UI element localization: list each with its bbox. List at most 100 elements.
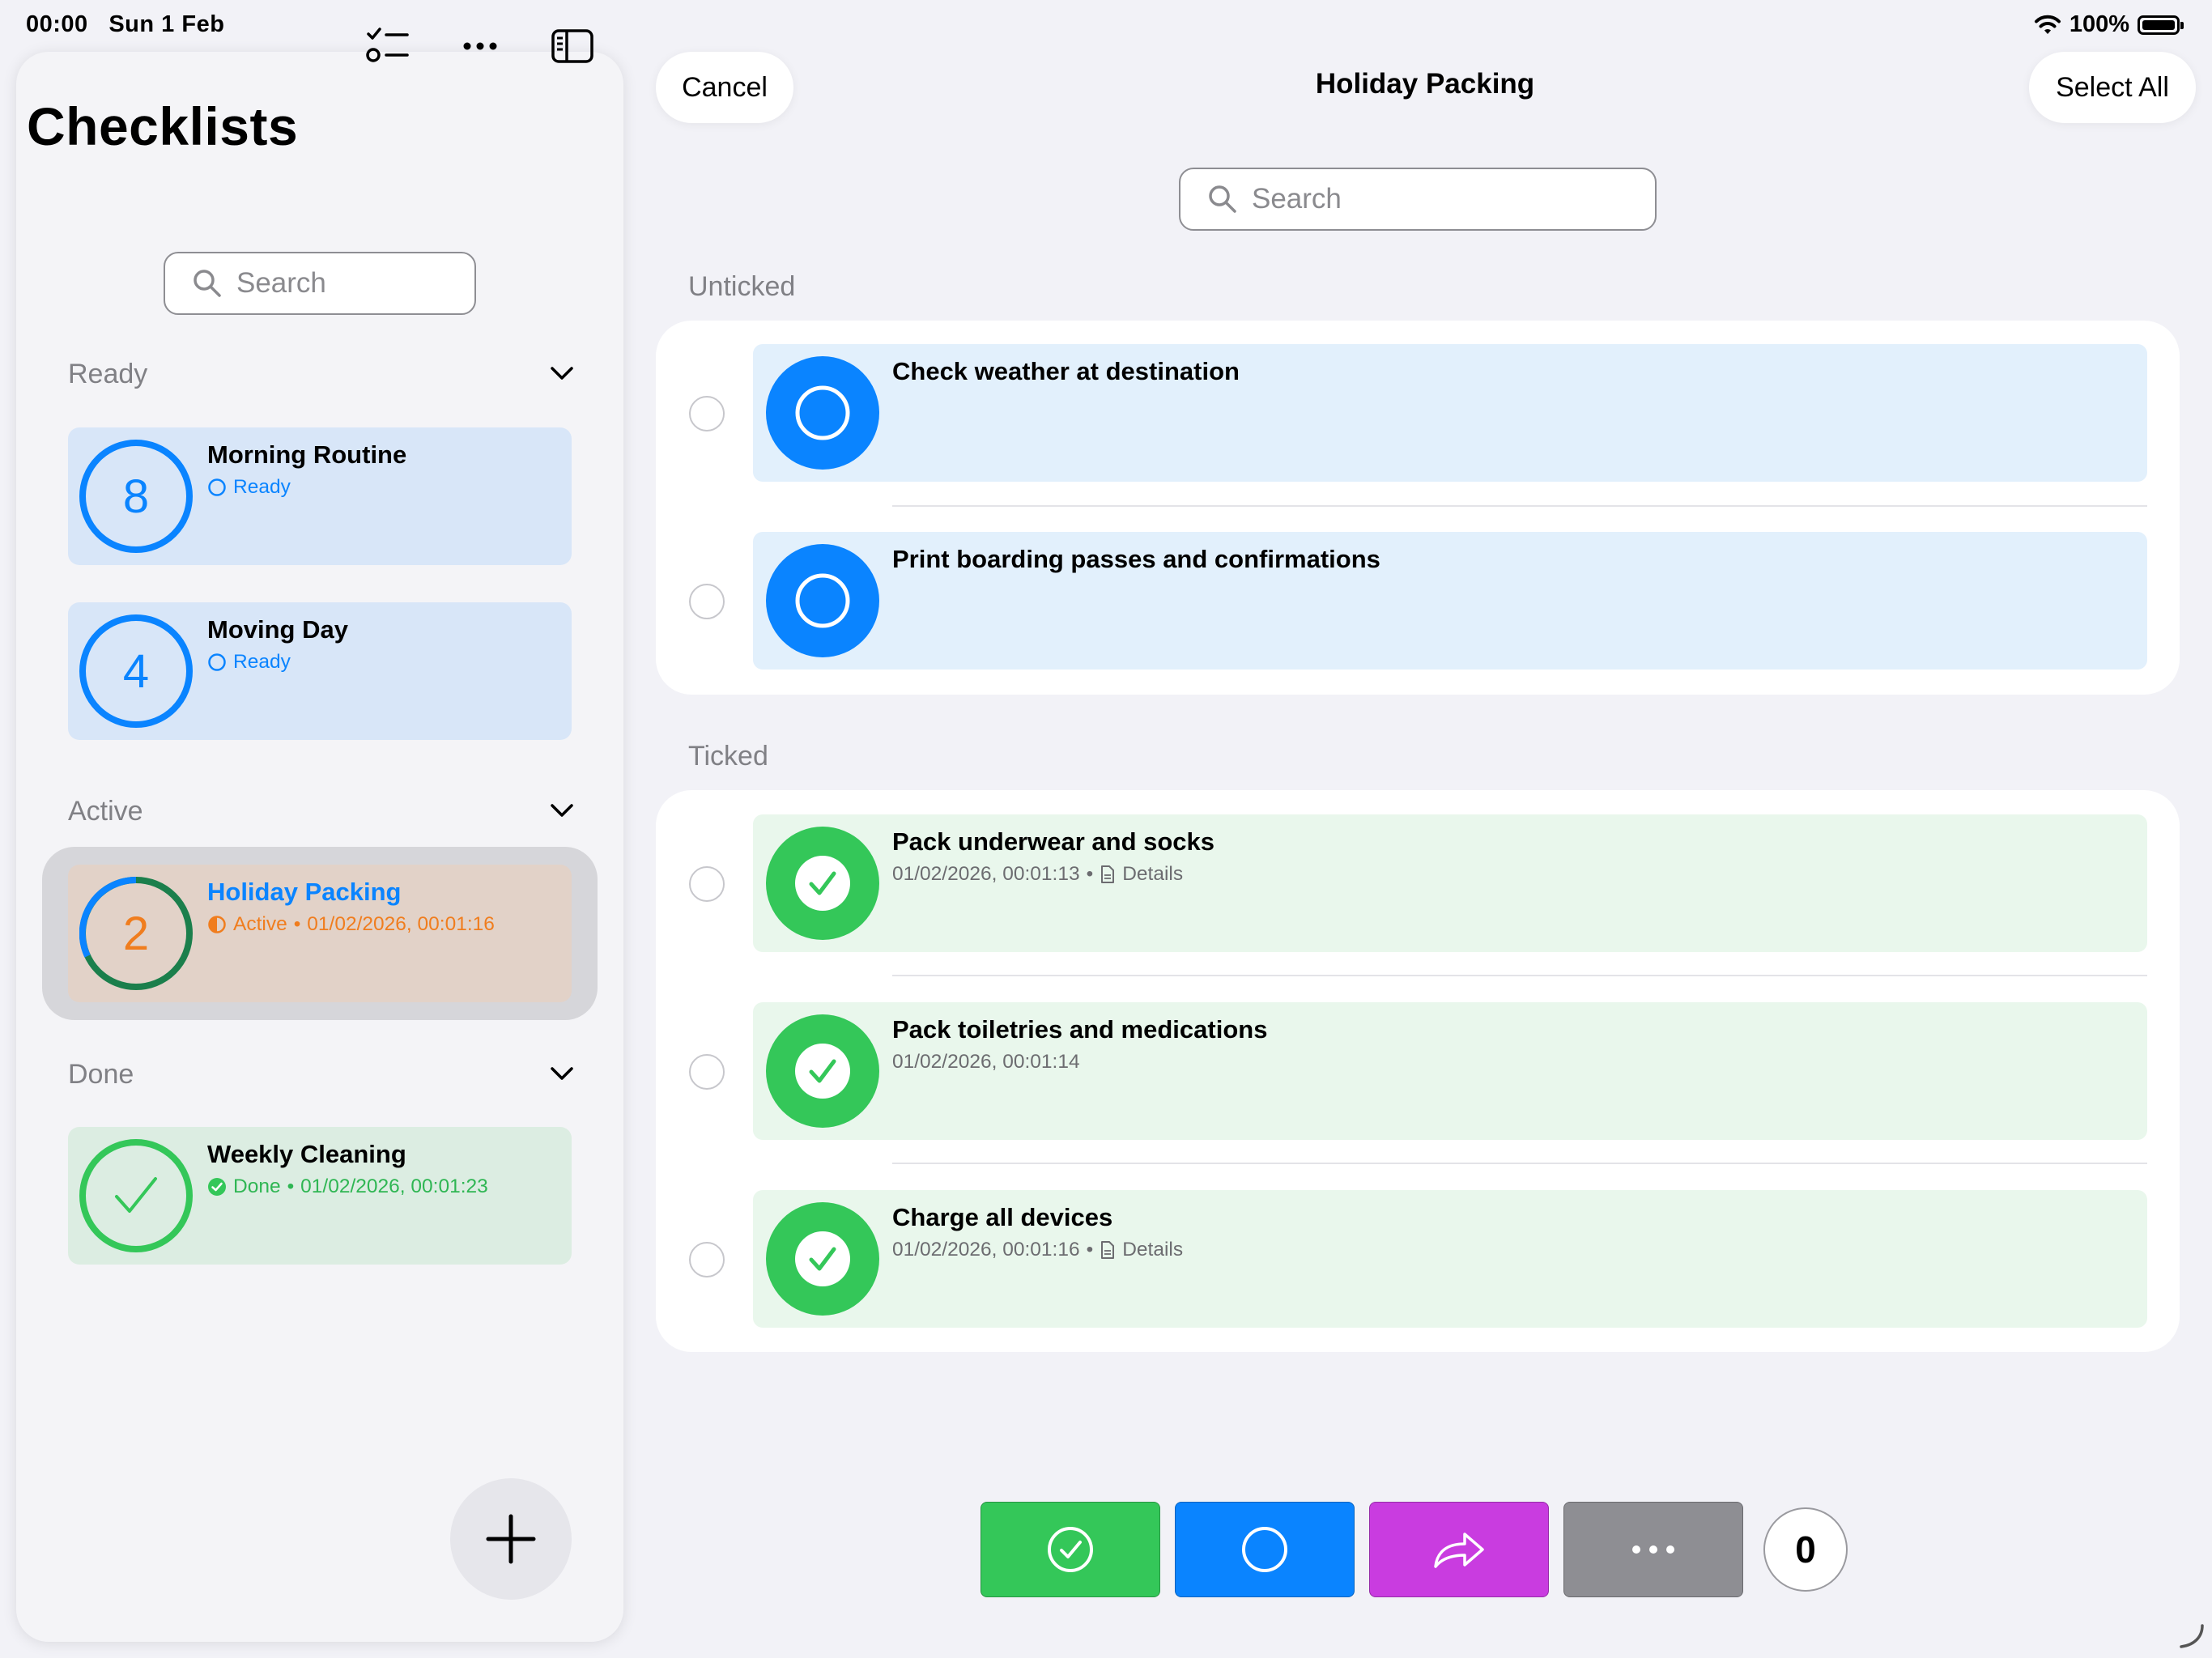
details-link[interactable]: Details [1122,1239,1183,1261]
untick-status-icon[interactable] [766,356,879,470]
remaining-count: 2 [123,908,149,960]
untick-status-icon[interactable] [766,544,879,657]
resize-handle-icon[interactable] [2178,1622,2206,1650]
row-select-checkbox[interactable] [689,584,725,619]
circle-icon [1242,1527,1287,1572]
checkmark-circle-icon [795,856,850,911]
status-time: 00:00 Sun 1 Feb [26,11,225,37]
checklist-timestamp: 01/02/2026, 00:01:16 [307,913,495,935]
section-label-done: Done [68,1059,134,1090]
divider [892,975,2147,976]
more-actions-button[interactable] [1563,1502,1743,1597]
search-icon [1209,185,1236,213]
share-arrow-icon [1434,1533,1484,1568]
checklist-title: Holiday Packing [207,878,402,906]
checklist-title: Weekly Cleaning [207,1140,406,1168]
add-checklist-button[interactable] [450,1478,572,1600]
item-timestamp: 01/02/2026, 00:01:13 [892,863,1080,885]
list-item[interactable]: Pack toiletries and medications 01/02/20… [753,1002,2147,1140]
main-search-input[interactable]: Search [1179,168,1657,231]
progress-ring: 8 [79,440,193,553]
circle-icon [795,385,850,440]
ready-status-icon [208,478,226,496]
battery-percent: 100% [2069,11,2129,37]
progress-ring: 4 [79,614,193,728]
checklist-view-button[interactable] [359,18,416,74]
row-select-checkbox[interactable] [689,866,725,902]
section-label-ready: Ready [68,359,148,389]
selected-count-badge: 0 [1763,1507,1848,1592]
toggle-sidebar-button[interactable] [544,18,601,74]
details-link[interactable]: Details [1122,863,1183,886]
row-select-checkbox[interactable] [689,396,725,432]
chevron-down-icon[interactable] [547,361,576,385]
item-title: Print boarding passes and confirmations [892,545,1380,573]
item-timestamp: 01/02/2026, 00:01:14 [892,1051,1080,1073]
circle-icon [795,573,850,628]
item-meta: 01/02/2026, 00:01:13 • Details [892,863,1184,886]
active-status-icon [208,916,226,933]
section-label-ticked: Ticked [688,741,768,772]
checklist-card-holiday-packing[interactable]: 2 Holiday Packing Active • 01/02/2026, 0… [68,865,572,1002]
list-item[interactable]: Print boarding passes and confirmations [753,532,2147,670]
progress-ring: 2 [79,877,193,990]
sidebar-title: Checklists [27,96,299,156]
cancel-button[interactable]: Cancel [656,52,793,123]
checklist-icon [366,28,409,62]
section-label-unticked: Unticked [688,271,796,302]
ellipsis-icon [463,42,497,50]
document-icon [1101,1241,1115,1259]
status-date: Sun 1 Feb [108,11,225,37]
checklist-timestamp: 01/02/2026, 00:01:23 [300,1175,488,1197]
tick-status-icon[interactable] [766,1014,879,1128]
sidebar-search-input[interactable]: Search [164,252,476,315]
item-timestamp: 01/02/2026, 00:01:16 [892,1239,1080,1261]
checkmark-circle-icon [795,1044,850,1099]
move-selected-button[interactable] [1369,1502,1549,1597]
checklist-status: Done • 01/02/2026, 00:01:23 [207,1175,488,1198]
item-meta: 01/02/2026, 00:01:14 [892,1051,1080,1073]
checklist-card-morning-routine[interactable]: 8 Morning Routine Ready [68,427,572,565]
sidebar-icon [551,29,593,63]
checklist-status: Ready [207,476,291,499]
wifi-icon [2034,15,2061,34]
tick-status-icon[interactable] [766,1202,879,1316]
list-item[interactable]: Check weather at destination [753,344,2147,482]
ready-status-icon [208,653,226,671]
progress-ring [79,1139,193,1252]
document-icon [1101,865,1115,883]
row-select-checkbox[interactable] [689,1242,725,1278]
search-placeholder: Search [1252,183,1342,215]
row-select-checkbox[interactable] [689,1054,725,1090]
checklist-status: Ready [207,651,291,674]
chevron-down-icon[interactable] [547,1061,576,1086]
select-all-button[interactable]: Select All [2029,52,2196,123]
section-label-active: Active [68,796,143,827]
divider [892,1163,2147,1164]
remaining-count: 4 [122,644,150,698]
checklist-card-weekly-cleaning[interactable]: Weekly Cleaning Done • 01/02/2026, 00:01… [68,1127,572,1265]
ellipsis-icon [1632,1545,1674,1554]
status-indicators: 100% [2034,11,2184,38]
untick-selected-button[interactable] [1175,1502,1355,1597]
item-title: Charge all devices [892,1203,1113,1231]
chevron-down-icon[interactable] [547,798,576,823]
done-status-icon [208,1178,226,1196]
item-meta: 01/02/2026, 00:01:16 • Details [892,1239,1184,1261]
tick-status-icon[interactable] [766,827,879,940]
plus-icon [486,1514,536,1564]
item-title: Pack toiletries and medications [892,1015,1268,1044]
page-title: Holiday Packing [1315,68,1535,100]
search-icon [194,270,221,297]
checklist-card-moving-day[interactable]: 4 Moving Day Ready [68,602,572,740]
divider [892,505,2147,507]
checklist-title: Moving Day [207,615,348,644]
checklist-title: Morning Routine [207,440,407,469]
search-placeholder: Search [236,267,326,299]
list-item[interactable]: Charge all devices 01/02/2026, 00:01:16 … [753,1190,2147,1328]
checkmark-icon [115,1177,157,1213]
tick-selected-button[interactable] [981,1502,1160,1597]
remaining-count: 8 [122,470,150,523]
list-item[interactable]: Pack underwear and socks 01/02/2026, 00:… [753,814,2147,952]
more-options-button[interactable] [452,18,508,74]
